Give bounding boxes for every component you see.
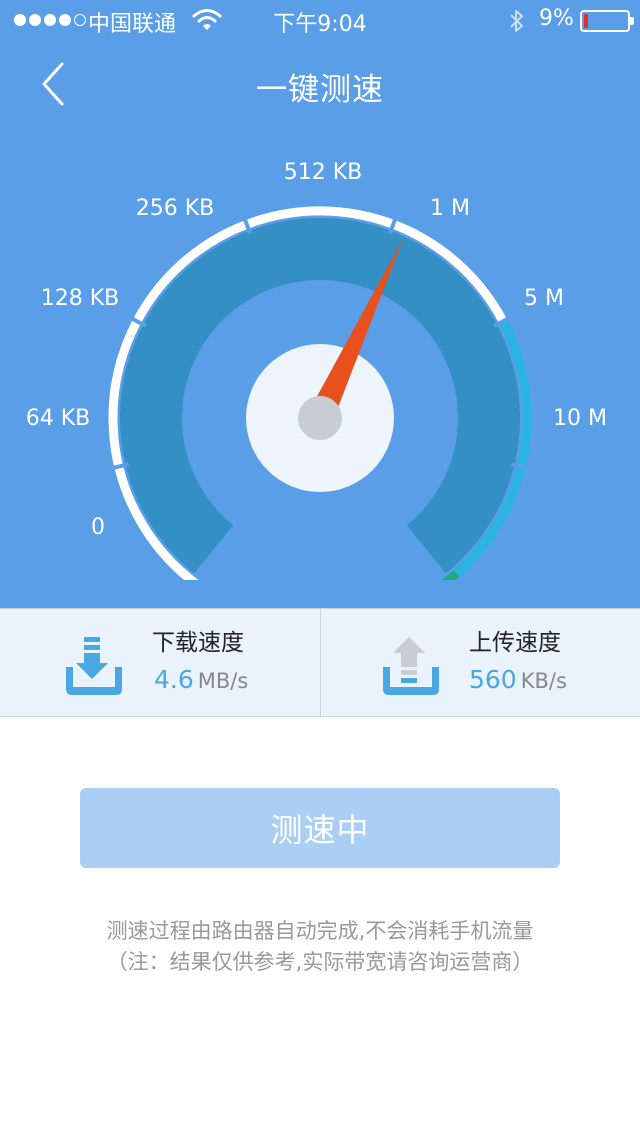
bluetooth-icon (510, 10, 523, 32)
gauge-label: 10 M (553, 406, 607, 431)
note-line-2: （注：结果仅供参考,实际带宽请咨询运营商） (106, 950, 534, 974)
upload-label: 上传速度 (469, 630, 561, 656)
status-bar: 中国联通 下午9:04 9% (0, 0, 640, 40)
download-speed-panel: 下载速度 4.6 MB/s (0, 609, 320, 717)
gauge-label: 128 KB (41, 286, 120, 311)
upload-speed-panel: 上传速度 560 KB/s (321, 609, 640, 717)
gauge-label: 1 M (430, 196, 470, 221)
speed-test-button[interactable]: 测速中 (80, 788, 560, 868)
download-speed: 4.6 MB/s (154, 665, 248, 694)
speed-results: 下载速度 4.6 MB/s 上传速度 560 KB/s (0, 608, 640, 717)
speed-test-note: 测速过程由路由器自动完成,不会消耗手机流量 （注：结果仅供参考,实际带宽请咨询运… (0, 916, 640, 978)
page-title: 一键测速 (256, 72, 384, 108)
gauge-hub-dot (298, 396, 342, 440)
note-line-1: 测速过程由路由器自动完成,不会消耗手机流量 (106, 919, 534, 943)
upload-icon (383, 637, 439, 695)
battery-icon (580, 10, 634, 32)
upload-speed-value: 560 (469, 665, 517, 694)
upload-speed-unit: KB/s (520, 669, 567, 693)
header-area: 中国联通 下午9:04 9% 一键测速 0 64 KB 128 KB 256 KB 51… (0, 0, 640, 608)
gauge-label: 5 M (524, 286, 564, 311)
gauge-tick (511, 462, 532, 471)
battery-level (584, 14, 588, 28)
download-speed-value: 4.6 (154, 665, 194, 694)
gauge-label: 512 KB (284, 160, 363, 185)
upload-speed: 560 KB/s (469, 665, 567, 694)
download-label: 下载速度 (152, 630, 244, 656)
gauge-tick (108, 462, 129, 471)
gauge-label: 64 KB (26, 406, 91, 431)
download-speed-unit: MB/s (197, 669, 249, 693)
download-icon (66, 637, 122, 695)
gauge-label: 0 (91, 515, 105, 540)
battery-percent: 9% (539, 6, 574, 31)
gauge-label: 256 KB (136, 196, 215, 221)
gauge-track-peak (441, 570, 460, 580)
speed-gauge: 0 64 KB 128 KB 256 KB 512 KB 1 M 5 M 10 M (0, 140, 640, 580)
